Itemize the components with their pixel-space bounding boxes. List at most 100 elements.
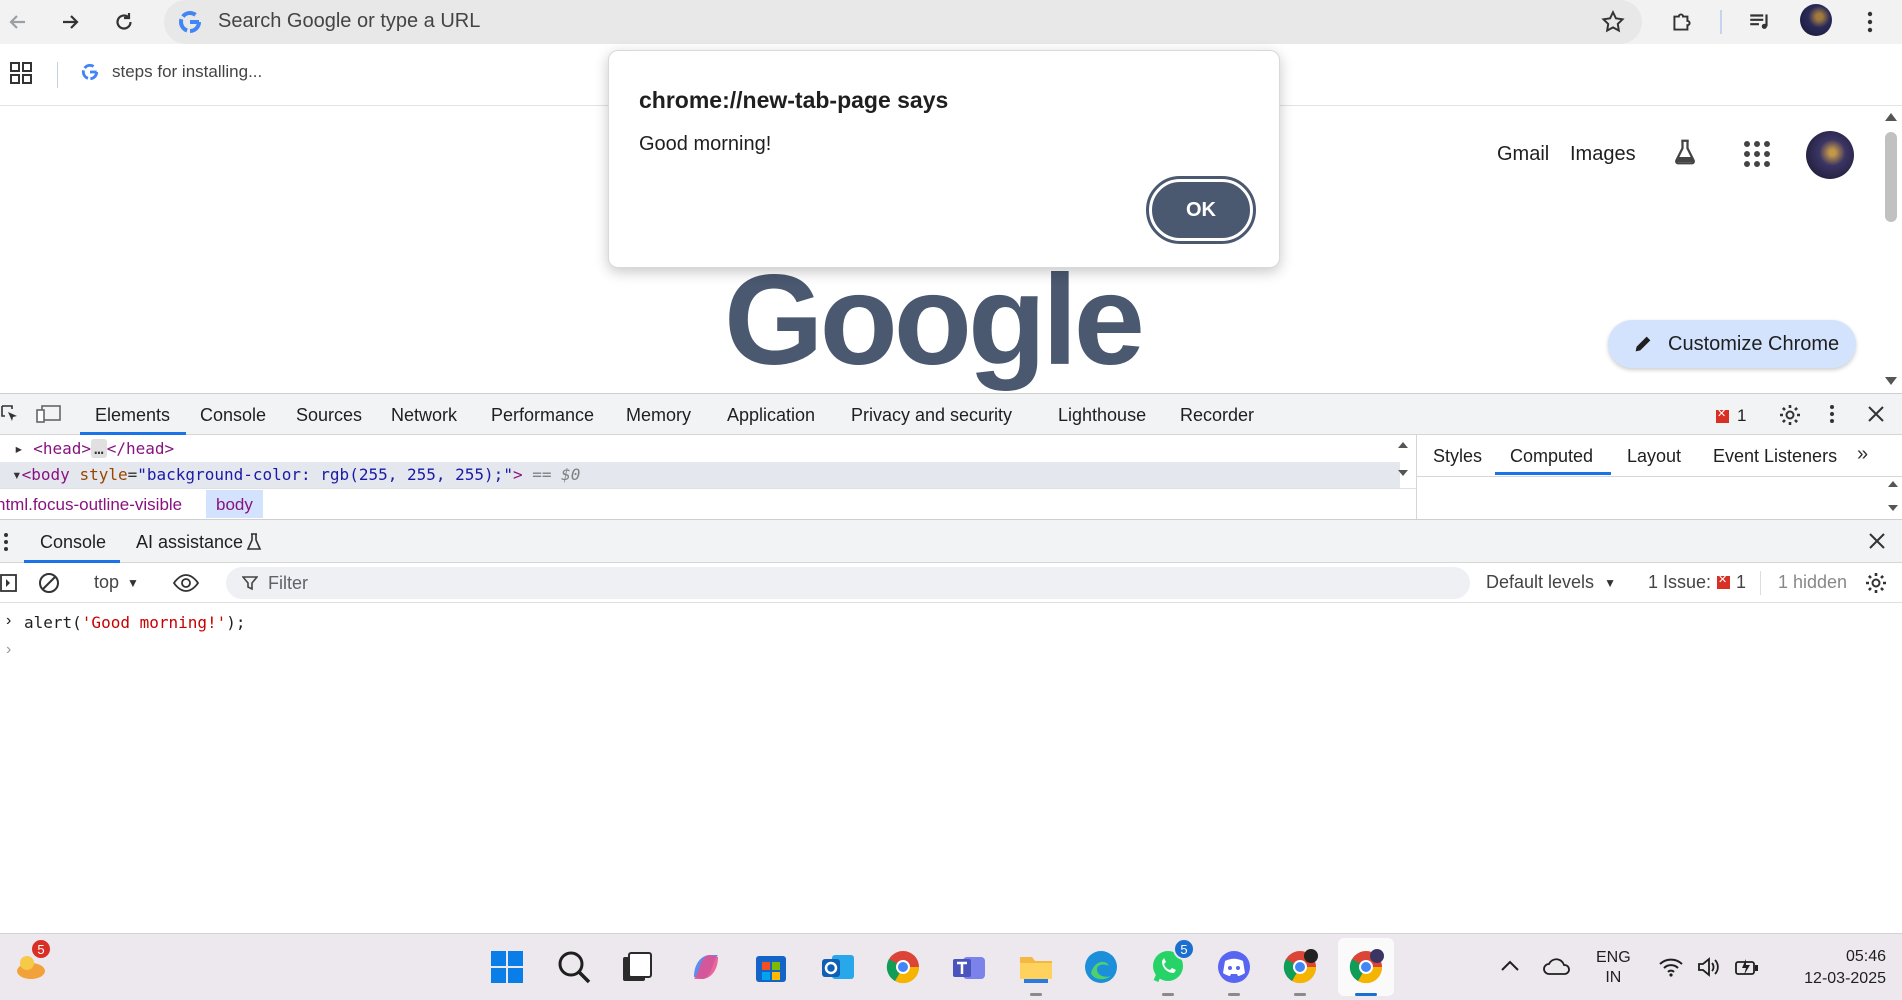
more-tabs-chevron-icon[interactable]: » — [1857, 443, 1868, 466]
tab-network[interactable]: Network — [391, 405, 457, 426]
onedrive-cloud-icon[interactable] — [1542, 956, 1572, 981]
log-levels-dropdown[interactable]: Default levels ▼ — [1486, 572, 1616, 593]
drawer-tab-console[interactable]: Console — [40, 532, 106, 553]
google-logo: Google — [724, 249, 1145, 392]
error-icon — [1717, 573, 1731, 589]
show-hidden-icons-chevron-icon[interactable] — [1500, 958, 1520, 977]
selected-marker: == $0 — [532, 465, 581, 484]
teams-app[interactable] — [946, 944, 992, 990]
clock-time: 05:46 — [1845, 948, 1886, 965]
windows-taskbar: 5 5 ENG IN 05:46 12-03-2025 — [0, 933, 1902, 1000]
scroll-thumb[interactable] — [1885, 132, 1897, 222]
chrome-app[interactable] — [880, 944, 926, 990]
tab-privacy-security[interactable]: Privacy and security — [851, 405, 1012, 426]
tab-performance[interactable]: Performance — [491, 405, 594, 426]
collapsed-ellipsis[interactable]: … — [91, 439, 107, 458]
side-tab-computed[interactable]: Computed — [1510, 446, 1593, 467]
whatsapp-app[interactable]: 5 — [1145, 938, 1195, 996]
toolbar-divider — [1720, 10, 1722, 34]
head-close-tag: </head> — [106, 439, 175, 458]
side-tabs-bar: Styles Computed Layout Event Listeners » — [1417, 435, 1902, 477]
filter-placeholder: Filter — [268, 573, 308, 593]
side-tab-event-listeners[interactable]: Event Listeners — [1713, 446, 1837, 467]
console-issues-button[interactable]: 1 Issue: 1 — [1648, 572, 1746, 593]
bookmark-item[interactable]: steps for installing... — [80, 62, 262, 82]
forward-button[interactable] — [52, 4, 88, 40]
start-button[interactable] — [484, 944, 530, 990]
issues-counter[interactable]: 1 — [1716, 406, 1746, 426]
tab-application[interactable]: Application — [727, 405, 815, 426]
tab-sources[interactable]: Sources — [296, 405, 362, 426]
microsoft-store-app[interactable] — [748, 944, 794, 990]
clock[interactable]: 05:46 12-03-2025 — [1776, 946, 1886, 990]
images-link[interactable]: Images — [1570, 143, 1636, 166]
chrome-active-app[interactable] — [1343, 944, 1389, 996]
running-indicator — [1228, 993, 1240, 996]
customize-chrome-button[interactable]: Customize Chrome — [1608, 320, 1856, 368]
google-apps-icon[interactable] — [1742, 139, 1772, 174]
system-tray-group[interactable] — [1658, 956, 1760, 978]
breadcrumb-body[interactable]: body — [206, 490, 263, 518]
settings-gear-icon[interactable] — [1778, 403, 1802, 432]
labs-flask-icon[interactable] — [1670, 137, 1700, 172]
tab-lighthouse[interactable]: Lighthouse — [1058, 405, 1146, 426]
file-explorer-app[interactable] — [1013, 944, 1059, 996]
live-expression-eye-icon[interactable] — [172, 571, 200, 600]
teams-icon — [953, 957, 985, 979]
chrome-icon — [1283, 949, 1318, 984]
body-node[interactable]: ▾<body style="background-color: rgb(255,… — [12, 465, 580, 484]
console-output[interactable]: › alert('Good morning!'); › — [0, 603, 1902, 933]
copilot-app[interactable] — [683, 944, 729, 990]
drawer-menu-icon[interactable] — [2, 531, 10, 558]
tab-console[interactable]: Console — [200, 405, 266, 426]
side-scrollbar[interactable] — [1886, 479, 1900, 520]
side-tab-styles[interactable]: Styles — [1433, 446, 1482, 467]
apps-grid-icon[interactable] — [8, 60, 34, 91]
log-levels-label: Default levels — [1486, 572, 1595, 592]
head-node[interactable]: ▸ <head>… </head> — [14, 439, 174, 458]
media-controls-icon[interactable] — [1742, 4, 1778, 40]
back-button[interactable] — [0, 4, 36, 40]
search-icon — [558, 951, 591, 984]
context-selector[interactable]: top ▼ — [80, 572, 139, 593]
tab-recorder[interactable]: Recorder — [1180, 405, 1254, 426]
chrome-profile-app[interactable] — [1277, 944, 1323, 996]
profile-avatar[interactable] — [1800, 4, 1832, 36]
tab-elements[interactable]: Elements — [95, 405, 170, 426]
gmail-link[interactable]: Gmail — [1497, 143, 1549, 166]
inspect-element-icon[interactable] — [0, 404, 20, 429]
side-tab-layout[interactable]: Layout — [1627, 446, 1681, 467]
breadcrumb-html[interactable]: html.focus-outline-visible — [0, 495, 182, 515]
device-toolbar-icon[interactable] — [36, 404, 62, 429]
console-settings-gear-icon[interactable] — [1864, 571, 1888, 600]
scroll-down-arrow[interactable] — [1885, 377, 1897, 385]
task-view-button[interactable] — [614, 944, 660, 990]
edge-app[interactable] — [1078, 944, 1124, 990]
account-avatar[interactable] — [1806, 131, 1854, 179]
scroll-up-arrow[interactable] — [1885, 113, 1897, 121]
close-drawer-icon[interactable] — [1868, 532, 1886, 555]
console-entry[interactable]: alert('Good morning!'); — [24, 613, 246, 632]
discord-app[interactable] — [1211, 944, 1257, 996]
weather-widget[interactable]: 5 — [8, 938, 54, 990]
tab-memory[interactable]: Memory — [626, 405, 691, 426]
dialog-ok-button[interactable]: OK — [1146, 176, 1256, 244]
close-devtools-icon[interactable] — [1866, 404, 1886, 429]
console-filter-input[interactable]: Filter — [226, 567, 1470, 599]
extensions-icon[interactable] — [1664, 4, 1700, 40]
clear-console-icon[interactable] — [38, 572, 60, 599]
sidebar-toggle-icon[interactable] — [0, 573, 18, 598]
elements-scrollbar[interactable] — [1396, 440, 1410, 485]
back-arrow-icon — [9, 15, 25, 29]
search-button[interactable] — [551, 944, 597, 990]
google-g-icon — [176, 8, 204, 36]
page-scrollbar[interactable] — [1880, 107, 1902, 393]
language-indicator[interactable]: ENG IN — [1596, 948, 1631, 988]
chrome-menu-icon[interactable] — [1852, 4, 1888, 40]
bookmark-star-icon[interactable] — [1600, 9, 1626, 40]
outlook-app[interactable] — [815, 944, 861, 990]
omnibox[interactable]: Search Google or type a URL — [164, 0, 1642, 44]
drawer-tab-ai-assistance[interactable]: AI assistance — [136, 532, 243, 553]
reload-button[interactable] — [106, 4, 142, 40]
devtools-menu-icon[interactable] — [1828, 403, 1836, 430]
